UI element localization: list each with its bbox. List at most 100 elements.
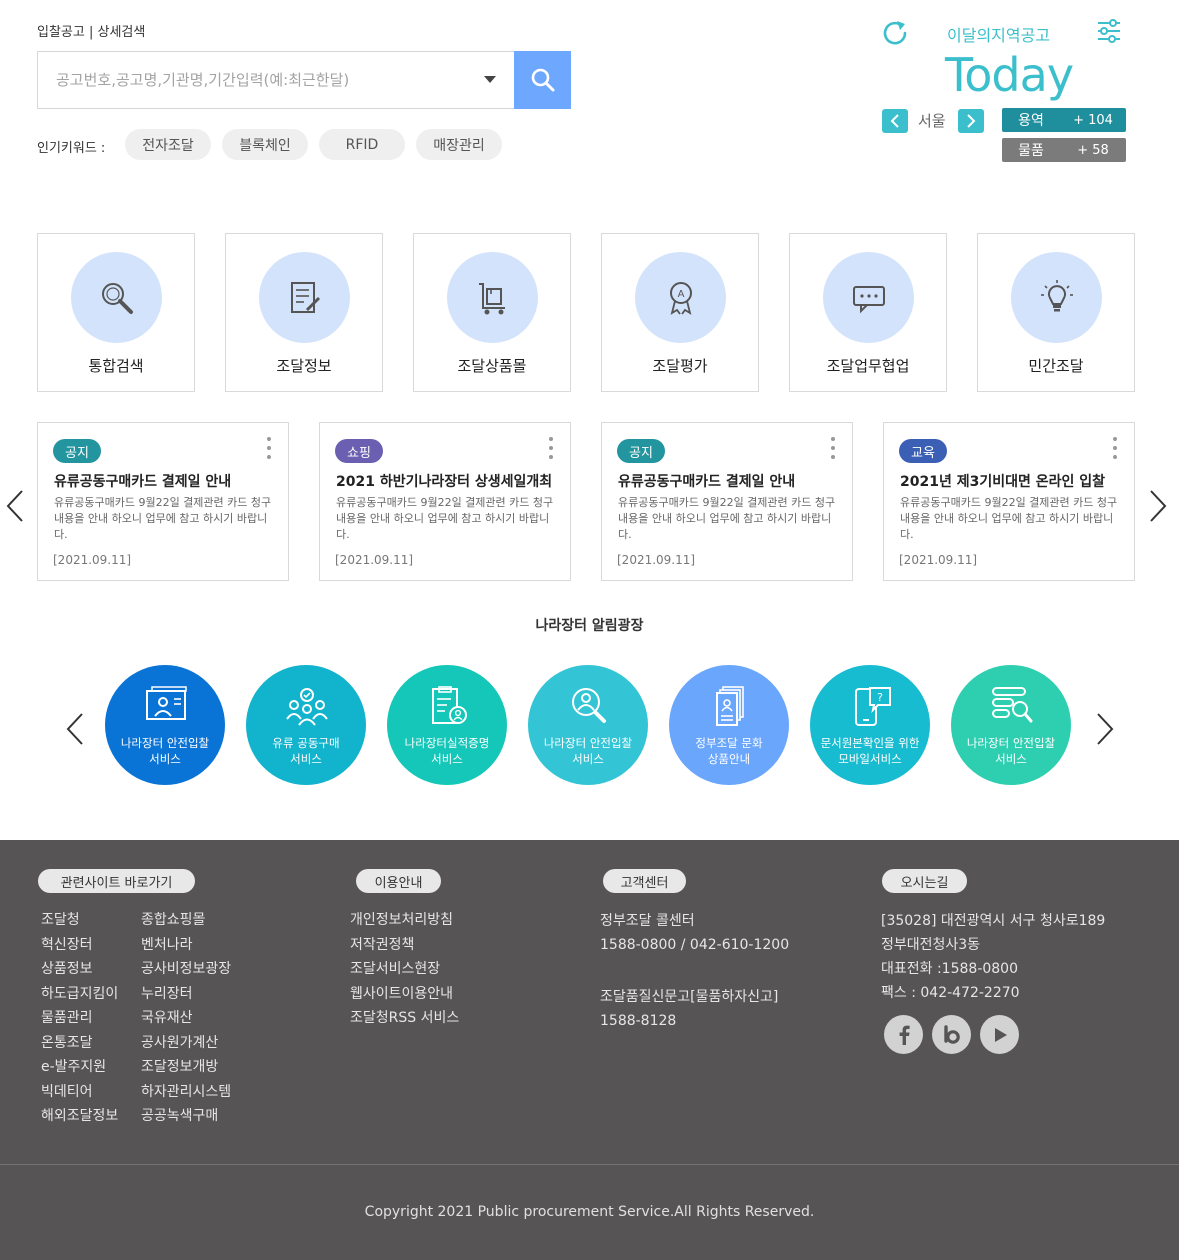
notice-title: 2021년 제3기비대면 온라인 입찰 <box>900 474 1106 490</box>
plaza-item[interactable]: 나라장터 안전입찰 서비스 <box>105 665 225 785</box>
menu-tile-private-procurement[interactable]: 민간조달 <box>977 233 1135 392</box>
footer-link[interactable]: 조달청RSS 서비스 <box>350 1006 459 1031</box>
category-badge: 교육 <box>899 439 947 463</box>
plaza-title: 나라장터 알림광장 <box>535 618 644 634</box>
menu-tile-procurement-info[interactable]: 조달정보 <box>225 233 383 392</box>
more-menu-icon[interactable] <box>1113 437 1117 463</box>
notices-prev-arrow[interactable] <box>5 489 25 523</box>
tile-label: 조달상품몰 <box>457 357 527 375</box>
region-prev-button[interactable] <box>882 109 908 133</box>
plaza-item[interactable]: ? 문서원본확인을 위한 모바일서비스 <box>810 665 930 785</box>
plaza-prev-arrow[interactable] <box>65 712 85 746</box>
footer-link[interactable]: 온통조달 <box>41 1031 118 1056</box>
chevron-right-icon <box>967 114 976 128</box>
stat-goods[interactable]: 물품 + 58 <box>1002 138 1126 162</box>
plaza-item[interactable]: 유류 공동구매 서비스 <box>246 665 366 785</box>
stat-value: + 104 <box>1073 112 1113 128</box>
tile-label: 조달정보 <box>276 357 332 375</box>
keyword-chip[interactable]: 블록체인 <box>222 129 308 160</box>
facebook-button[interactable] <box>884 1015 923 1054</box>
keyword-chip[interactable]: 매장관리 <box>416 129 502 160</box>
notice-date: [2021.09.11] <box>53 553 132 567</box>
footer-link[interactable]: 웹사이트이용안내 <box>350 982 459 1007</box>
list-search-icon <box>992 687 1033 723</box>
stat-service[interactable]: 용역 + 104 <box>1002 108 1126 132</box>
plaza-next-arrow[interactable] <box>1095 712 1115 746</box>
footer-guide-title: 이용안내 <box>356 869 441 893</box>
footer-link[interactable]: 공사비정보광장 <box>141 957 231 982</box>
refresh-icon[interactable] <box>880 18 910 48</box>
document-edit-icon <box>290 281 320 313</box>
search-box <box>37 51 571 109</box>
keyword-chip[interactable]: 전자조달 <box>125 129 211 160</box>
notice-card[interactable]: 쇼핑 2021 하반기나라장터 상생세일개최 유류공동구매카드 9월22일 결제… <box>319 422 571 581</box>
tile-label: 조달업무협업 <box>826 357 910 375</box>
tile-circle <box>1011 252 1102 343</box>
footer-link[interactable]: 누리장터 <box>141 982 231 1007</box>
footer-link[interactable]: 조달서비스현장 <box>350 957 459 982</box>
footer-link[interactable]: 저작권정책 <box>350 933 459 958</box>
footer-link[interactable]: 하도급지킴이 <box>41 982 118 1007</box>
blog-icon <box>943 1024 960 1044</box>
fax: 팩스 : 042-472-2270 <box>881 985 1020 1001</box>
plaza-item[interactable]: 나라장터실적증명 서비스 <box>387 665 507 785</box>
footer-link[interactable]: 조달청 <box>41 908 118 933</box>
more-menu-icon[interactable] <box>267 437 271 463</box>
notice-card[interactable]: 교육 2021년 제3기비대면 온라인 입찰 유류공동구매카드 9월22일 결제… <box>883 422 1135 581</box>
today-subtitle: 이달의지역공고 <box>947 26 1051 45</box>
footer-link[interactable]: 개인정보처리방침 <box>350 908 459 933</box>
footer-location-title: 오시는길 <box>882 869 967 893</box>
footer-link[interactable]: 국유재산 <box>141 1006 231 1031</box>
notice-date: [2021.09.11] <box>899 553 978 567</box>
footer-link[interactable]: 하자관리시스템 <box>141 1080 231 1105</box>
plaza-item[interactable]: 나라장터 안전입찰 서비스 <box>951 665 1071 785</box>
document-stack-icon <box>716 686 744 726</box>
cs-callcenter-label: 정부조달 콜센터 <box>600 913 695 929</box>
footer-link[interactable]: 조달정보개방 <box>141 1055 231 1080</box>
settings-sliders-icon[interactable] <box>1097 18 1121 44</box>
plaza-item[interactable]: 나라장터 안전입찰 서비스 <box>528 665 648 785</box>
region-next-button[interactable] <box>958 109 984 133</box>
footer-link[interactable]: e-발주지원 <box>41 1055 118 1080</box>
blog-button[interactable] <box>932 1015 971 1054</box>
footer-link[interactable]: 혁신장터 <box>41 933 118 958</box>
tile-circle <box>71 252 162 343</box>
notice-card[interactable]: 공지 유류공동구매카드 결제일 안내 유류공동구매카드 9월22일 결제관련 카… <box>601 422 853 581</box>
footer-link[interactable]: 물품관리 <box>41 1006 118 1031</box>
cs-callcenter-phone: 1588-0800 / 042-610-1200 <box>600 937 790 953</box>
notices-next-arrow[interactable] <box>1148 489 1168 523</box>
menu-tile-integrated-search[interactable]: 통합검색 <box>37 233 195 392</box>
plaza-item-label: 나라장터 안전입찰 서비스 <box>543 736 633 766</box>
notice-title: 유류공동구매카드 결제일 안내 <box>618 474 796 490</box>
chevron-down-icon[interactable] <box>484 76 496 83</box>
menu-tile-shopping-mall[interactable]: 조달상품몰 <box>413 233 571 392</box>
menu-tile-collaboration[interactable]: 조달업무협업 <box>789 233 947 392</box>
footer-link[interactable]: 공사원가계산 <box>141 1031 231 1056</box>
footer-link[interactable]: 빅데티어 <box>41 1080 118 1105</box>
mobile-question-icon: ? <box>855 687 891 726</box>
footer-link[interactable]: 벤처나라 <box>141 933 231 958</box>
notice-card[interactable]: 공지 유류공동구매카드 결제일 안내 유류공동구매카드 9월22일 결제관련 카… <box>37 422 289 581</box>
search-title: 입찰공고 | 상세검색 <box>37 25 146 40</box>
tile-label: 조달평가 <box>652 357 708 375</box>
keyword-chip[interactable]: RFID <box>319 129 405 160</box>
footer-link[interactable]: 공공녹색구매 <box>141 1104 231 1129</box>
notice-date: [2021.09.11] <box>335 553 414 567</box>
copyright: Copyright 2021 Public procurement Servic… <box>364 1204 815 1220</box>
footer-link[interactable]: 상품정보 <box>41 957 118 982</box>
footer-link[interactable]: 종합쇼핑몰 <box>141 908 231 933</box>
plaza-item-label: 나라장터 안전입찰 서비스 <box>120 736 210 766</box>
cs-quality-label: 조달품질신문고[물품하자신고] <box>600 989 779 1005</box>
lightbulb-icon <box>1040 279 1073 311</box>
notice-body: 유류공동구매카드 9월22일 결제관련 카드 청구 내용을 안내 하오니 업무에… <box>618 496 836 541</box>
youtube-button[interactable] <box>980 1015 1019 1054</box>
footer-link[interactable]: 해외조달정보 <box>41 1104 118 1129</box>
more-menu-icon[interactable] <box>549 437 553 463</box>
tile-circle <box>259 252 350 343</box>
menu-tile-evaluation[interactable]: A 조달평가 <box>601 233 759 392</box>
footer-sites-title: 관련사이트 바로가기 <box>38 869 195 893</box>
plaza-item[interactable]: 정부조달 문화 상품안내 <box>669 665 789 785</box>
search-button[interactable] <box>514 51 571 109</box>
search-input[interactable] <box>38 52 514 108</box>
more-menu-icon[interactable] <box>831 437 835 463</box>
